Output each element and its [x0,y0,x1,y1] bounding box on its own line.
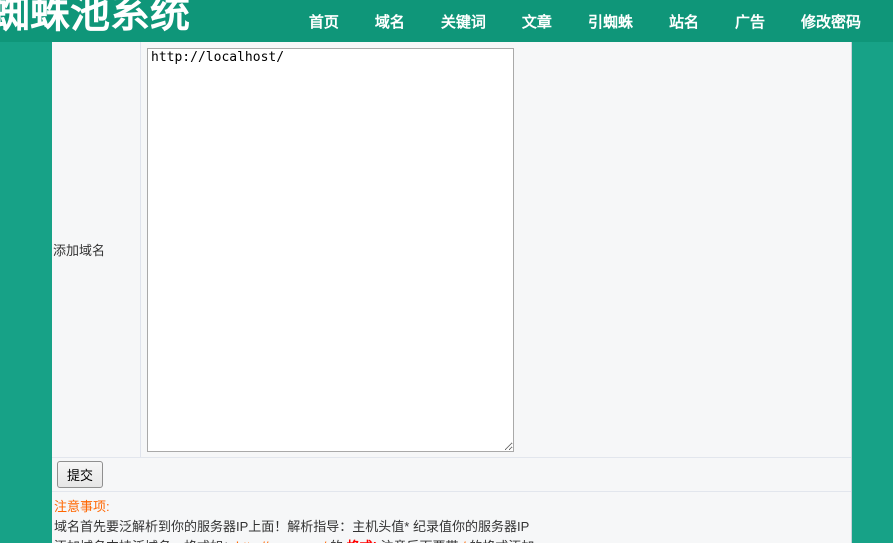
add-domain-label: 添加域名 [53,243,106,258]
site-logo[interactable]: 蜘蛛池系统 [0,0,190,35]
notes-format-seg-4: 的格式添加 [466,539,534,543]
notes-format-seg-1: 添加域名支持泛域名，格式如： [54,539,236,543]
content-panel: 添加域名 http://localhost/ 提交 注意事项: 域名首先要泛解析… [52,42,852,543]
nav-item-articles[interactable]: 文章 [504,11,570,32]
top-navigation-bar: 蜘蛛池系统 首页 域名 关键词 文章 引蜘蛛 站名 广告 修改密码 [0,0,893,42]
notes-format-seg-2: 的 [326,539,346,543]
notes-format-warning: 格式! [347,539,377,543]
notes-section: 注意事项: 域名首先要泛解析到你的服务器IP上面！解析指导：主机头值* 纪录值你… [52,492,851,543]
add-domain-field-cell: http://localhost/ [141,42,851,457]
nav-item-domains[interactable]: 域名 [357,11,423,32]
add-domain-label-cell: 添加域名 [52,42,141,457]
submit-button[interactable]: 提交 [57,461,104,488]
nav-item-ads[interactable]: 广告 [717,11,783,32]
nav-item-attract-spiders[interactable]: 引蜘蛛 [570,11,651,32]
notes-title: 注意事项: [54,499,110,514]
page: 蜘蛛池系统 首页 域名 关键词 文章 引蜘蛛 站名 广告 修改密码 添加域名 h… [0,0,893,543]
notes-line-format: 添加域名支持泛域名，格式如：http://xxxx.com/ 的 格式! 注意后… [54,537,849,543]
nav-item-site-name[interactable]: 站名 [651,11,717,32]
notes-line-dns: 域名首先要泛解析到你的服务器IP上面！解析指导：主机头值* 纪录值你的服务器IP [54,519,530,534]
nav-item-change-password[interactable]: 修改密码 [783,11,879,32]
notes-format-url-example: http://xxxx.com/ [236,539,326,543]
add-domain-row: 添加域名 http://localhost/ [52,42,851,458]
domain-list-textarea[interactable]: http://localhost/ [147,48,514,452]
main-nav: 首页 域名 关键词 文章 引蜘蛛 站名 广告 修改密码 [291,0,879,42]
notes-format-seg-3: 注意后面要带 [377,539,462,543]
nav-item-keywords[interactable]: 关键词 [423,11,504,32]
nav-item-home[interactable]: 首页 [291,11,357,32]
submit-row: 提交 [52,458,851,492]
